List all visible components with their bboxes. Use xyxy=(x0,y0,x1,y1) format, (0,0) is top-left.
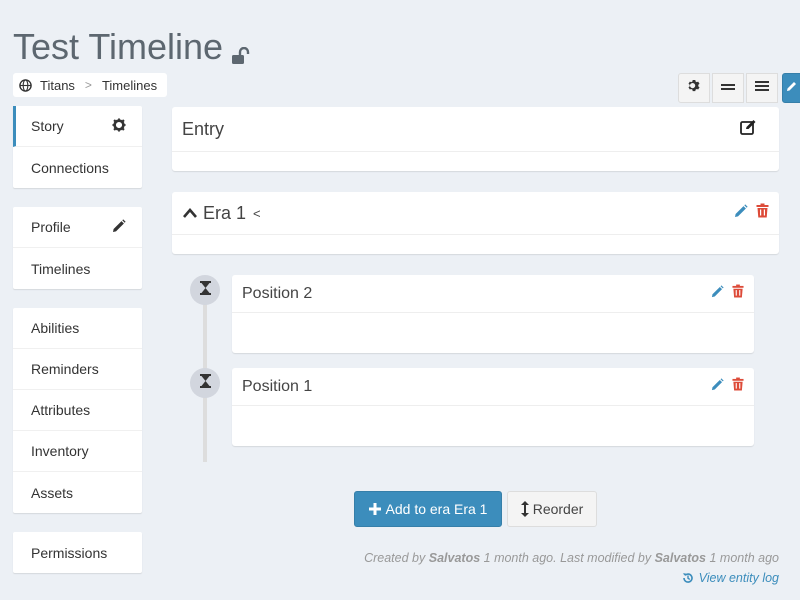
page-title: Test Timeline xyxy=(13,20,251,74)
position-panel-2: Position 2 xyxy=(232,275,754,353)
sidebar-item-label: Abilities xyxy=(31,320,80,336)
view-entity-log-label: View entity log xyxy=(698,571,779,585)
sidebar-item-profile[interactable]: Profile xyxy=(13,207,142,248)
era-panel-header: Era 1 < xyxy=(172,192,779,235)
meta-modified-when: 1 month ago xyxy=(709,551,780,565)
era-title: Era 1 xyxy=(203,202,247,223)
position-panel-header: Position 1 xyxy=(232,368,754,406)
sidebar-item-label: Story xyxy=(31,118,64,134)
meta-created-by[interactable]: Salvatos xyxy=(429,551,480,565)
add-to-era-button[interactable]: Add to era Era 1 xyxy=(354,491,502,527)
sidebar-item-label: Attributes xyxy=(31,402,91,418)
breadcrumb: Titans > Timelines xyxy=(13,73,168,97)
sidebar-item-label: Connections xyxy=(31,159,109,176)
sidebar-item-label: Timelines xyxy=(31,260,91,277)
sidebar-item-label: Assets xyxy=(31,484,74,501)
pencil-icon[interactable] xyxy=(711,377,724,396)
sidebar-item-label: Permissions xyxy=(31,544,108,561)
pencil-icon[interactable] xyxy=(711,284,724,303)
edit-entity-button[interactable] xyxy=(782,73,800,103)
era-marker: < xyxy=(253,205,261,221)
entry-title: Entry xyxy=(182,118,225,139)
timeline-badge xyxy=(190,275,220,305)
sidebar-group-permissions: Permissions xyxy=(13,532,142,573)
page-title-text: Test Timeline xyxy=(13,26,224,67)
sidebar-item-abilities[interactable]: Abilities xyxy=(13,308,142,349)
position-panel-header: Position 2 xyxy=(232,275,754,313)
expand-button[interactable] xyxy=(746,73,778,103)
sidebar-item-attributes[interactable]: Attributes xyxy=(13,390,142,431)
sidebar-item-assets[interactable]: Assets xyxy=(13,472,142,513)
hourglass-icon xyxy=(199,280,211,300)
unlock-icon[interactable] xyxy=(231,32,251,74)
trash-icon[interactable] xyxy=(732,284,744,303)
position-actions xyxy=(711,377,744,396)
era-heading: Era 1 < xyxy=(182,203,261,224)
gear-icon[interactable] xyxy=(112,117,126,135)
position-title: Position 2 xyxy=(242,284,313,302)
menu-icon xyxy=(755,79,769,97)
gear-icon xyxy=(687,79,701,98)
chevron-up-icon[interactable] xyxy=(182,207,198,219)
sidebar-item-connections[interactable]: Connections xyxy=(13,147,142,188)
entry-panel: Entry xyxy=(172,107,779,171)
globe-icon xyxy=(19,78,32,92)
sidebar-group-story: Story Connections xyxy=(13,106,142,188)
sidebar-item-timelines[interactable]: Timelines xyxy=(13,248,142,289)
sidebar-item-label: Profile xyxy=(31,219,71,235)
trash-icon[interactable] xyxy=(756,203,769,223)
arrows-vertical-icon xyxy=(520,501,529,517)
add-to-era-label: Add to era Era 1 xyxy=(385,501,488,517)
pencil-icon[interactable] xyxy=(112,218,126,236)
pencil-icon xyxy=(786,79,798,97)
sidebar-item-reminders[interactable]: Reminders xyxy=(13,349,142,390)
sidebar-item-label: Reminders xyxy=(31,361,99,377)
breadcrumb-item-titans[interactable]: Titans xyxy=(40,78,75,93)
sidebar-group-abilities: Abilities Reminders Attributes Inventory… xyxy=(13,308,142,513)
sidebar-item-inventory[interactable]: Inventory xyxy=(13,431,142,472)
era-panel: Era 1 < xyxy=(172,192,779,254)
toolbar xyxy=(678,73,800,103)
hourglass-icon xyxy=(199,373,211,393)
sidebar-group-profile: Profile Timelines xyxy=(13,207,142,289)
meta-created-prefix: Created by xyxy=(364,551,426,565)
sidebar-item-story[interactable]: Story xyxy=(13,106,142,147)
meta-modified-by[interactable]: Salvatos xyxy=(655,551,706,565)
position-title: Position 1 xyxy=(242,377,313,395)
breadcrumb-separator: > xyxy=(84,78,92,92)
reorder-label: Reorder xyxy=(532,501,584,517)
breadcrumb-item-timelines[interactable]: Timelines xyxy=(102,78,157,93)
position-actions xyxy=(711,284,744,303)
history-icon xyxy=(682,572,694,584)
sidebar-item-permissions[interactable]: Permissions xyxy=(13,532,142,573)
view-entity-log-link[interactable]: View entity log xyxy=(682,571,779,585)
plus-icon xyxy=(368,503,381,515)
era-actions xyxy=(734,203,769,223)
entry-panel-header: Entry xyxy=(172,107,779,152)
meta-created-when: 1 month ago. Last modified by xyxy=(483,551,652,565)
timeline-badge xyxy=(190,368,220,398)
collapse-icon xyxy=(721,79,735,97)
entity-meta: Created by Salvatos 1 month ago. Last mo… xyxy=(364,551,779,565)
position-panel-1: Position 1 xyxy=(232,368,754,446)
edit-entry-icon[interactable] xyxy=(740,119,757,140)
settings-button[interactable] xyxy=(678,73,710,103)
sidebar-item-label: Inventory xyxy=(31,443,89,459)
collapse-button[interactable] xyxy=(712,73,744,103)
trash-icon[interactable] xyxy=(732,377,744,396)
pencil-icon[interactable] xyxy=(734,203,748,223)
reorder-button[interactable]: Reorder xyxy=(507,491,597,527)
